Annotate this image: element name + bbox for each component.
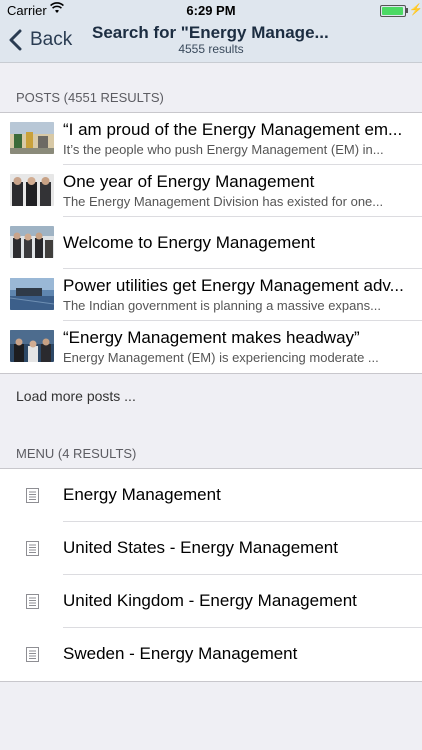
post-thumbnail xyxy=(10,330,54,362)
menu-item-label: United Kingdom - Energy Management xyxy=(63,591,357,610)
post-thumbnail xyxy=(10,122,54,154)
post-title: “I am proud of the Energy Management em.… xyxy=(63,120,403,139)
menu-item[interactable]: Energy Management xyxy=(0,469,422,522)
menu-item-label: Sweden - Energy Management xyxy=(63,644,298,663)
menu-item[interactable]: Sweden - Energy Management xyxy=(0,628,422,681)
load-more-posts-button[interactable]: Load more posts ... xyxy=(16,388,136,404)
menu-item-label: Energy Management xyxy=(63,485,221,504)
menu-item[interactable]: United Kingdom - Energy Management xyxy=(0,575,422,628)
document-icon xyxy=(26,594,39,609)
post-thumbnail xyxy=(10,174,54,206)
document-icon xyxy=(26,647,39,662)
post-excerpt: Energy Management (EM) is experiencing m… xyxy=(63,350,379,365)
post-title: One year of Energy Management xyxy=(63,172,315,191)
battery-icon: ⚡ xyxy=(380,4,422,17)
menu-section-header: MENU (4 RESULTS) xyxy=(16,446,137,461)
results-count: 4555 results xyxy=(178,42,244,56)
menu-list: Energy Management United States - Energy… xyxy=(0,468,422,682)
post-excerpt: The Indian government is planning a mass… xyxy=(63,298,381,313)
post-excerpt: It’s the people who push Energy Manageme… xyxy=(63,142,384,157)
clock: 6:29 PM xyxy=(186,3,236,18)
post-title: Power utilities get Energy Management ad… xyxy=(63,276,404,295)
document-icon xyxy=(26,541,39,556)
post-title: Welcome to Energy Management xyxy=(63,233,315,252)
post-item[interactable]: Power utilities get Energy Management ad… xyxy=(0,269,422,321)
navigation-bar: Back Search for "Energy Manage... 4555 r… xyxy=(0,20,422,63)
post-title: “Energy Management makes headway” xyxy=(63,328,360,347)
posts-list: “I am proud of the Energy Management em.… xyxy=(0,112,422,374)
post-item[interactable]: “Energy Management makes headway” Energy… xyxy=(0,321,422,373)
post-item[interactable]: One year of Energy Management The Energy… xyxy=(0,165,422,217)
status-bar: Carrier 6:29 PM ⚡ xyxy=(0,0,422,20)
document-icon xyxy=(26,488,39,503)
page-title: Search for "Energy Manage... xyxy=(92,23,329,42)
post-item[interactable]: “I am proud of the Energy Management em.… xyxy=(0,113,422,165)
menu-item-label: United States - Energy Management xyxy=(63,538,338,557)
post-thumbnail xyxy=(10,278,54,310)
posts-section-header: POSTS (4551 RESULTS) xyxy=(16,90,164,105)
menu-item[interactable]: United States - Energy Management xyxy=(0,522,422,575)
post-thumbnail xyxy=(10,226,54,258)
post-excerpt: The Energy Management Division has exist… xyxy=(63,194,384,209)
post-item[interactable]: Welcome to Energy Management xyxy=(0,217,422,269)
